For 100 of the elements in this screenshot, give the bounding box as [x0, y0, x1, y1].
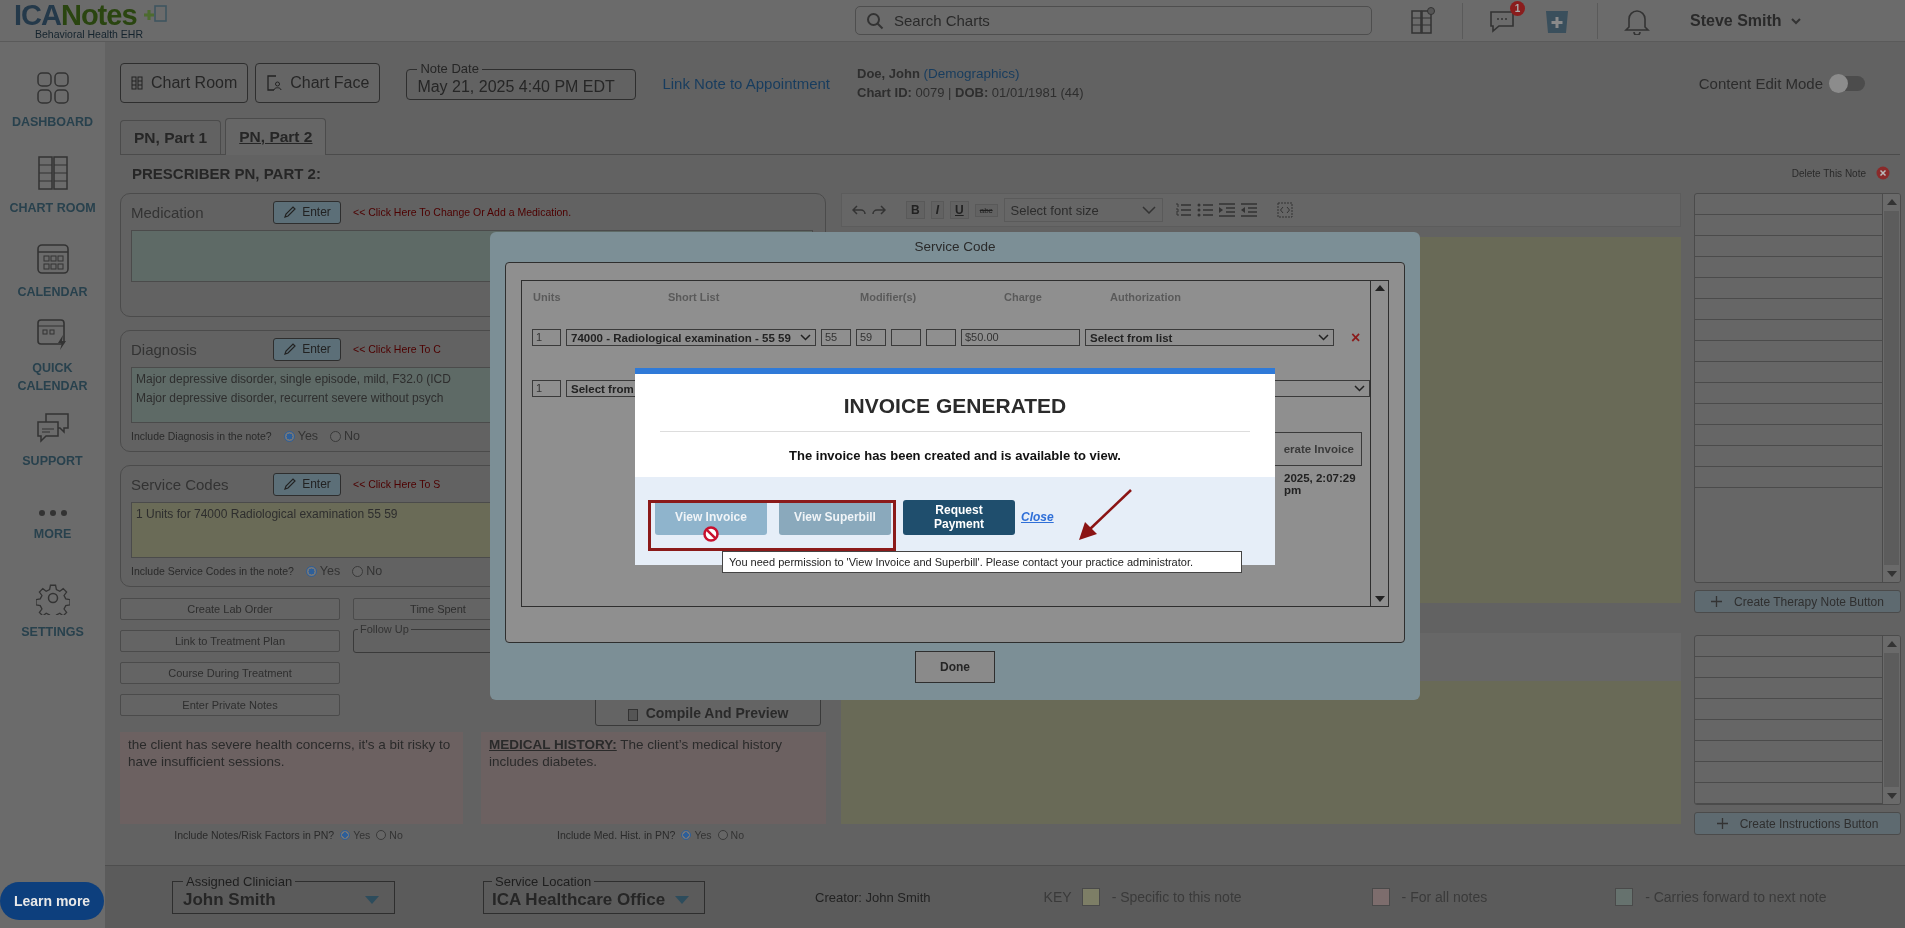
charge-input[interactable]: $50.00: [961, 329, 1080, 346]
grid-icon: [35, 70, 70, 105]
plus-icon: [1711, 596, 1723, 607]
field-text: Major depressive disorder, single episode, mild, F32.0 (ICD: [136, 371, 451, 388]
modifier-input[interactable]: [891, 329, 921, 346]
code-select[interactable]: 74000 - Radiological examination - 55 59: [566, 329, 816, 346]
learn-more-button[interactable]: Learn more: [0, 882, 104, 920]
dialog-title: INVOICE GENERATED: [843, 394, 1067, 418]
chevron-icon: [1141, 206, 1156, 214]
sidebar-item[interactable]: CHART ROOM: [0, 143, 105, 228]
units-input[interactable]: 1: [532, 329, 561, 346]
radio-button[interactable]: [330, 430, 342, 442]
timestamp: 2025, 2:07:29 pm: [1284, 472, 1357, 496]
appointment-link[interactable]: Link Note to Appointment: [662, 74, 830, 92]
dialog-title: Service Code: [914, 238, 996, 256]
dialog-message: The invoice has been created and is available to view.: [789, 448, 1121, 463]
format-button[interactable]: U: [950, 201, 969, 219]
scrollbar[interactable]: [1882, 194, 1900, 582]
user-menu[interactable]: Steve Smith: [1690, 11, 1782, 30]
tab[interactable]: PN, Part 1: [120, 120, 222, 154]
cabinet-icon[interactable]: [1410, 6, 1436, 35]
done-button[interactable]: Done: [915, 651, 995, 683]
chat-icon[interactable]: [1489, 8, 1517, 33]
radio-button[interactable]: [283, 430, 295, 442]
hint-text: << Click Here To Change Or Add a Medication.: [353, 206, 572, 218]
list-box[interactable]: [1694, 193, 1901, 583]
sidebar-item[interactable]: DASHBOARD: [0, 58, 105, 143]
format-button[interactable]: abc: [974, 203, 998, 217]
remove-button[interactable]: ×: [1351, 328, 1361, 347]
arrow-up-icon[interactable]: [1884, 639, 1899, 649]
radio-button[interactable]: [340, 830, 351, 840]
units-input[interactable]: 1: [532, 380, 561, 397]
toggle-switch[interactable]: [1831, 75, 1865, 91]
dialog-button[interactable]: Request Payment: [903, 499, 1015, 535]
close-link[interactable]: Close: [1021, 510, 1054, 524]
logo-text[interactable]: ICANotes: [14, 0, 137, 30]
arrow: [1077, 488, 1133, 542]
enter-button[interactable]: Enter: [273, 337, 341, 361]
plus-icon: [1716, 818, 1728, 829]
toolbar-button[interactable]: Chart Room: [120, 63, 249, 103]
source-code-icon[interactable]: [1276, 202, 1293, 218]
redo-icon[interactable]: [872, 204, 886, 216]
bullet-list-icon[interactable]: [1196, 203, 1213, 217]
note-text: MEDICAL HISTORY: The client’s medical history includes diabetes.: [489, 736, 784, 770]
chevron-icon: [800, 334, 811, 341]
arrow-down-icon[interactable]: [1884, 569, 1899, 579]
arrow-up-icon[interactable]: [1884, 197, 1899, 207]
radio-button[interactable]: [681, 830, 692, 840]
undo-icon[interactable]: [852, 204, 866, 216]
hint-text: << Click Here To S: [353, 478, 441, 490]
font-size-select[interactable]: Select font size: [1003, 198, 1163, 222]
tooltip: You need permission to 'View Invoice and Superbill'. Please contact your practice administrator.: [722, 551, 1242, 573]
pencil-icon: [283, 342, 297, 356]
modifier-input[interactable]: [926, 329, 956, 346]
authorization-select[interactable]: Select from list: [1085, 329, 1334, 346]
not-allowed-icon: [703, 526, 719, 542]
scrollbar[interactable]: [1882, 636, 1900, 804]
tab[interactable]: PN, Part 2: [225, 118, 327, 155]
arrow-down-icon[interactable]: [1884, 791, 1899, 801]
radio-button[interactable]: [717, 830, 728, 840]
sidebar-item[interactable]: SUPPORT: [0, 398, 105, 483]
notes-box[interactable]: the client has severe health concerns, it's a bit risky to have insufficient sessions.: [120, 732, 463, 824]
sidebar-item[interactable]: QUICK CALENDAR: [0, 313, 105, 398]
field-text: 1 Units for 74000 Radiological examination 55 59: [136, 506, 398, 523]
notes-box[interactable]: MEDICAL HISTORY: The client’s medical history includes diabetes.: [481, 732, 826, 824]
pencil-icon: [283, 205, 297, 219]
indent-icon[interactable]: [1218, 203, 1235, 217]
caret-icon[interactable]: [1789, 16, 1802, 25]
enter-button[interactable]: Enter: [273, 472, 341, 496]
dots-icon: [37, 508, 68, 517]
creator-text: Creator: John Smith: [815, 889, 931, 905]
radio-button[interactable]: [305, 565, 317, 577]
chevron-icon: [1318, 334, 1329, 341]
close-icon[interactable]: [1876, 166, 1890, 180]
arrow-down-icon[interactable]: [1372, 594, 1387, 604]
scrollbar[interactable]: [1370, 281, 1388, 606]
radio-button[interactable]: [352, 565, 364, 577]
editor-area[interactable]: [841, 681, 1681, 824]
chat-bubbles-icon: [35, 411, 70, 444]
chevron-icon: [1354, 385, 1365, 392]
sidebar-item[interactable]: SETTINGS: [0, 568, 105, 653]
toolbar-button[interactable]: Chart Face: [255, 63, 381, 103]
radio-button[interactable]: [376, 830, 387, 840]
outdent-icon[interactable]: [1240, 203, 1257, 217]
modifier-input[interactable]: 59: [856, 329, 886, 346]
demographics-link[interactable]: (Demographics): [923, 66, 1020, 81]
search-field[interactable]: Search Charts: [855, 6, 1372, 35]
format-button[interactable]: I: [930, 201, 944, 219]
note-heading: PRESCRIBER PN, PART 2:: [132, 164, 321, 182]
sidebar-item[interactable]: MORE: [0, 483, 105, 568]
modifier-input[interactable]: 55: [821, 329, 851, 346]
create-button[interactable]: Create Instructions Button: [1694, 812, 1901, 835]
format-button[interactable]: B: [906, 201, 925, 219]
numbered-list-icon[interactable]: [1174, 203, 1191, 217]
list-box[interactable]: [1694, 635, 1901, 805]
create-button[interactable]: Create Therapy Note Button: [1694, 590, 1901, 613]
enter-button[interactable]: Enter: [273, 200, 341, 224]
logo-tagline: Behavioral Health EHR: [35, 27, 143, 40]
arrow-up-icon[interactable]: [1372, 283, 1387, 293]
sidebar-item[interactable]: CALENDAR: [0, 228, 105, 313]
